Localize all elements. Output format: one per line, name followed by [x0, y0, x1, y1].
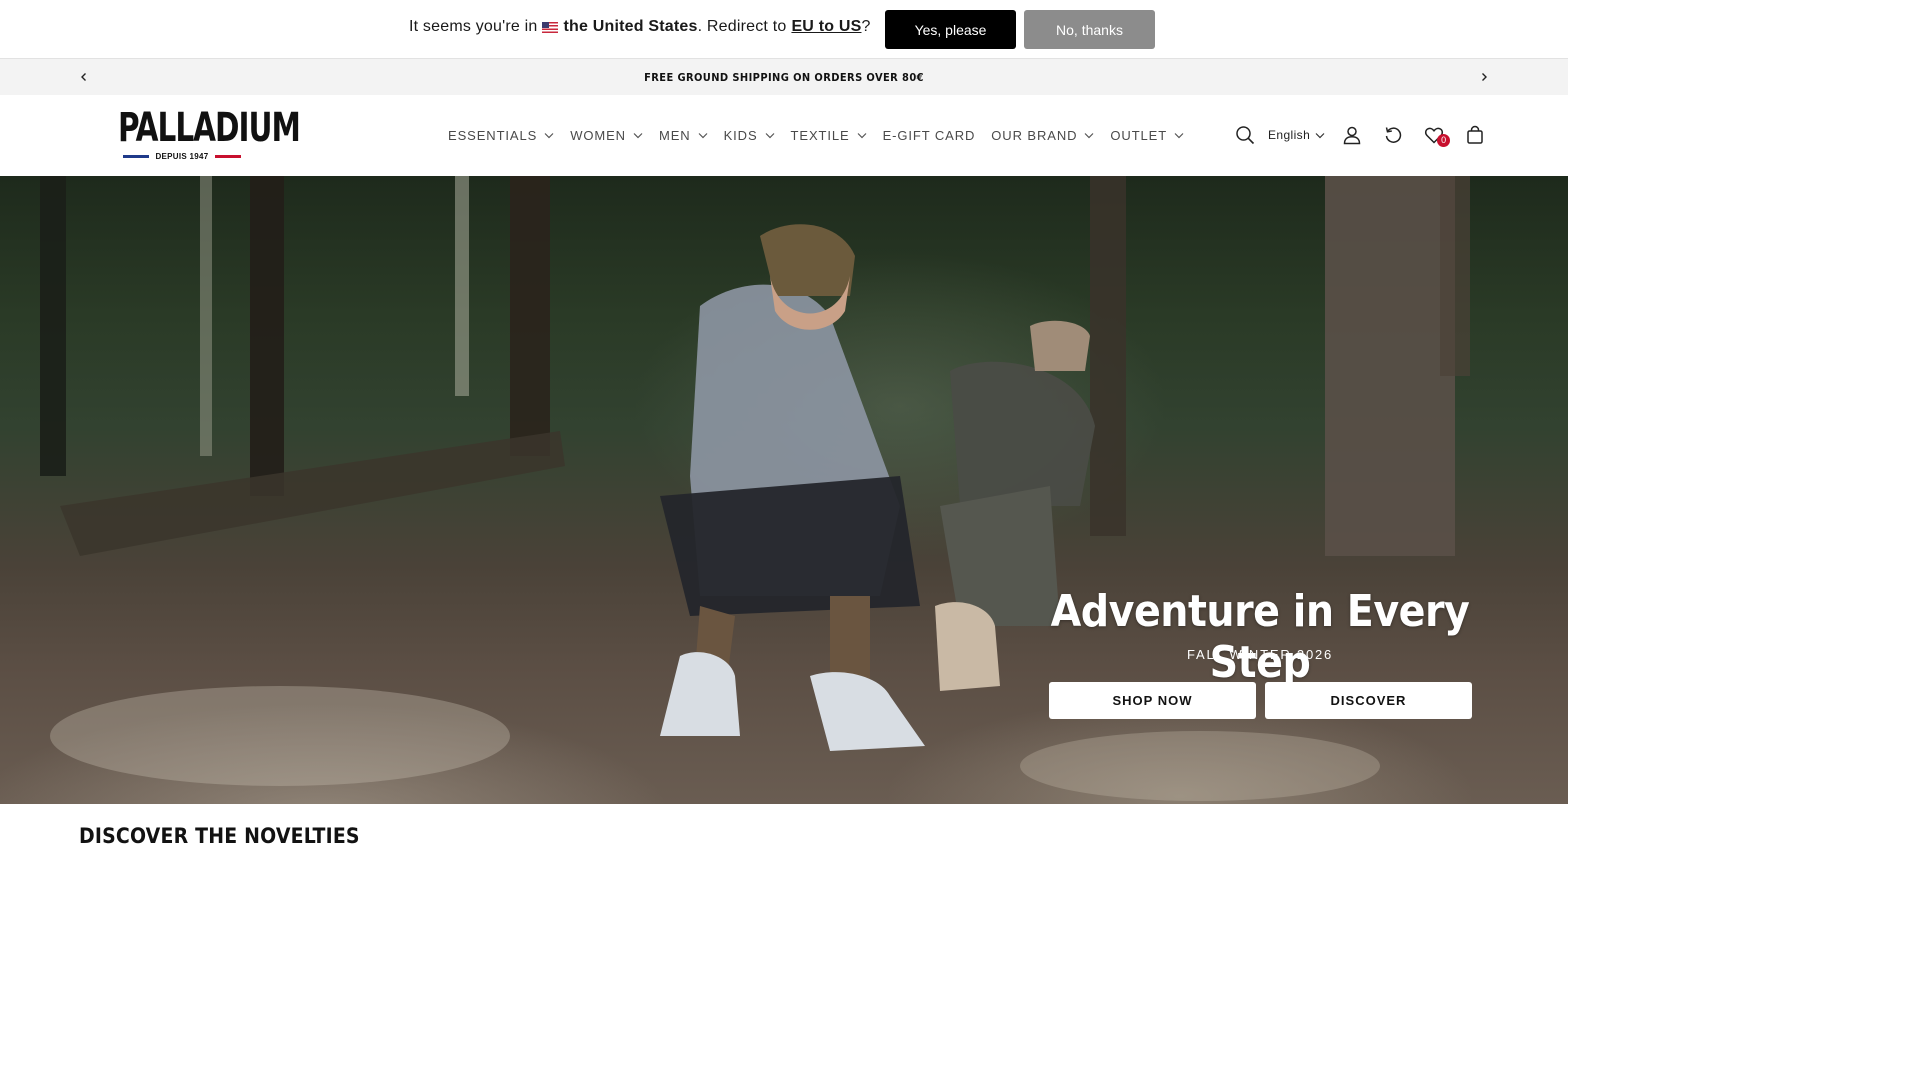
- logo-red-stripe: [214, 155, 241, 158]
- logo-tagline: DEPUIS 1947: [155, 152, 209, 161]
- nav-item-e-gift-card[interactable]: E-GIFT CARD: [875, 123, 984, 147]
- account-button[interactable]: [1339, 122, 1365, 148]
- geo-redirect-link[interactable]: EU to US: [791, 18, 861, 36]
- main-nav: ESSENTIALS WOMEN MEN KIDS TEXTILE E-GIFT…: [440, 123, 1192, 147]
- nav-item-women[interactable]: WOMEN: [562, 123, 651, 147]
- returns-icon: [1385, 127, 1402, 143]
- chevron-down-icon: [1174, 132, 1184, 139]
- nav-item-our-brand[interactable]: OUR BRAND: [983, 123, 1102, 147]
- nav-item-textile[interactable]: TEXTILE: [783, 123, 875, 147]
- language-label: English: [1268, 128, 1311, 142]
- us-flag-icon: [542, 21, 559, 33]
- hero-title: Adventure in Every Step: [1050, 586, 1470, 688]
- geo-redirect-message: It seems you're in the United States . R…: [409, 18, 871, 36]
- chevron-down-icon: [633, 132, 643, 139]
- returns-button[interactable]: [1380, 122, 1406, 148]
- search-button[interactable]: [1232, 122, 1258, 148]
- announcement-text: FREE GROUND SHIPPING ON ORDERS OVER 80€: [644, 70, 924, 84]
- hero-banner[interactable]: Adventure in Every Step FALL WINTER 2026…: [0, 176, 1568, 804]
- redirect-no-button[interactable]: No, thanks: [1024, 10, 1155, 49]
- announcement-bar: FREE GROUND SHIPPING ON ORDERS OVER 80€: [0, 59, 1568, 95]
- redirect-yes-button[interactable]: Yes, please: [885, 10, 1016, 49]
- hero-subtitle: FALL WINTER 2026: [1186, 647, 1334, 662]
- cart-button[interactable]: [1462, 122, 1488, 148]
- cart-icon: [1467, 125, 1483, 144]
- nav-item-men[interactable]: MEN: [651, 123, 716, 147]
- chevron-down-icon: [1084, 132, 1094, 139]
- geo-country: the United States: [563, 18, 698, 35]
- nav-label: TEXTILE: [790, 127, 850, 143]
- chevron-down-icon: [857, 132, 867, 139]
- account-icon: [1343, 126, 1361, 145]
- chevron-down-icon: [765, 132, 775, 139]
- site-header: PALLADIUM DEPUIS 1947 ESSENTIALS WOMEN M…: [0, 95, 1568, 176]
- nav-label: OUTLET: [1110, 127, 1168, 143]
- discover-button[interactable]: DISCOVER: [1265, 682, 1472, 719]
- logo-tagline-row: DEPUIS 1947: [104, 152, 260, 161]
- announcement-prev-button[interactable]: [74, 67, 94, 87]
- chevron-right-icon: [1482, 73, 1487, 81]
- nav-item-outlet[interactable]: OUTLET: [1102, 123, 1192, 147]
- nav-label: KIDS: [723, 127, 758, 143]
- nav-label: E-GIFT CARD: [882, 127, 976, 143]
- geo-redirect-bar: It seems you're in the United States . R…: [0, 0, 1568, 59]
- wishlist-button[interactable]: 0: [1421, 122, 1451, 148]
- novelties-section-title: DISCOVER THE NOVELTIES: [79, 824, 360, 848]
- announcement-next-button[interactable]: [1474, 67, 1494, 87]
- brand-logo[interactable]: PALLADIUM DEPUIS 1947: [104, 105, 301, 165]
- logo-blue-stripe: [123, 155, 150, 158]
- nav-label: ESSENTIALS: [448, 127, 538, 143]
- geo-middle: . Redirect to: [697, 18, 787, 35]
- search-icon: [1236, 126, 1255, 145]
- nav-label: MEN: [658, 127, 691, 143]
- nav-label: OUR BRAND: [991, 127, 1078, 143]
- nav-item-essentials[interactable]: ESSENTIALS: [440, 123, 562, 147]
- nav-item-kids[interactable]: KIDS: [716, 123, 783, 147]
- wishlist-count-badge: 0: [1437, 134, 1451, 147]
- geo-suffix: ?: [861, 18, 871, 35]
- chevron-down-icon: [1315, 132, 1325, 139]
- logo-wordmark: PALLADIUM: [118, 105, 301, 151]
- chevron-down-icon: [544, 132, 554, 139]
- nav-label: WOMEN: [570, 127, 626, 143]
- chevron-down-icon: [698, 132, 708, 139]
- shop-now-button[interactable]: SHOP NOW: [1049, 682, 1256, 719]
- geo-prefix: It seems you're in: [409, 18, 538, 35]
- chevron-left-icon: [81, 73, 86, 81]
- language-selector[interactable]: English: [1268, 128, 1325, 142]
- header-icons: English 0: [1232, 122, 1488, 148]
